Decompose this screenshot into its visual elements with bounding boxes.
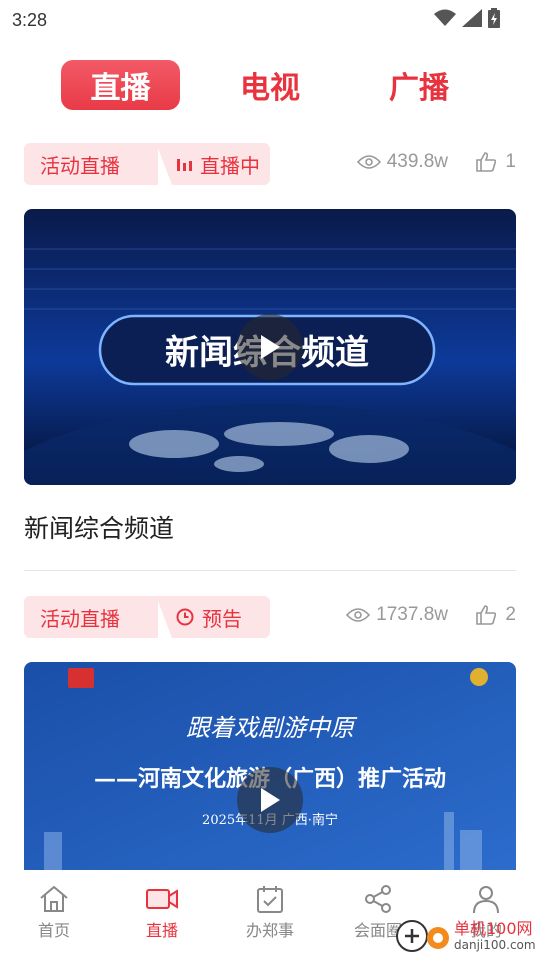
- watermark-url: danji100.com: [454, 938, 536, 952]
- nav-services[interactable]: 办郑事: [216, 870, 324, 960]
- share-icon: [365, 885, 391, 913]
- play-icon: [261, 335, 280, 359]
- nav-live-label: 直播: [145, 921, 178, 940]
- live-status-badge: 直播中: [156, 143, 270, 185]
- view-count: 1737.8w: [346, 604, 448, 626]
- view-count-value: 1737.8w: [376, 604, 448, 625]
- eye-icon: [346, 608, 371, 622]
- status-time: 3:28: [12, 9, 48, 30]
- tab-tv[interactable]: 电视: [222, 60, 318, 110]
- nav-live[interactable]: 直播: [108, 870, 216, 960]
- category-badge: 活动直播: [24, 143, 158, 185]
- live-status-label: 直播中: [200, 153, 260, 178]
- watermark: 单机100网 danji100.com: [392, 912, 540, 960]
- video-thumbnail[interactable]: 跟着戏剧游中原 ——河南文化旅游（广西）推广活动 2025年11月 广西·南宁: [24, 662, 516, 870]
- live-card[interactable]: 活动直播 直播中 439.8w 1 新闻综合频道: [24, 143, 516, 573]
- thumbnail-headline: 跟着戏剧游中原: [186, 714, 358, 742]
- divider: [24, 570, 516, 571]
- eye-icon: [356, 155, 381, 169]
- tab-live[interactable]: 直播: [61, 60, 180, 110]
- video-thumbnail[interactable]: 新闻综合频道: [24, 209, 516, 485]
- calendar-check-icon: [257, 886, 283, 913]
- event-thumbnail: 跟着戏剧游中原 ——河南文化旅游（广西）推广活动 2025年11月 广西·南宁: [24, 662, 516, 870]
- watermark-name: 单机100网: [454, 919, 533, 938]
- wifi-icon: [434, 9, 456, 26]
- status-icons: [434, 8, 500, 28]
- preview-status-label: 预告: [202, 606, 242, 631]
- card-meta: 活动直播 直播中 439.8w 1: [24, 143, 516, 187]
- category-badge: 活动直播: [24, 596, 158, 638]
- nav-services-label: 办郑事: [245, 921, 294, 940]
- top-tabs: 直播 电视 广播: [0, 60, 540, 112]
- card-title[interactable]: 新闻综合频道: [24, 509, 174, 545]
- play-icon: [261, 788, 280, 812]
- battery-icon: [488, 8, 500, 28]
- view-count-value: 439.8w: [386, 151, 448, 172]
- thumbs-up-icon: [476, 152, 497, 172]
- status-badge: 活动直播 直播中: [24, 143, 270, 185]
- left-logo: [68, 668, 94, 688]
- thumbs-up-icon: [476, 605, 497, 625]
- bar-chart-icon: [177, 159, 192, 171]
- home-icon: [40, 885, 68, 912]
- play-button[interactable]: [237, 767, 303, 833]
- nav-home[interactable]: 首页: [0, 870, 108, 960]
- view-count: 439.8w: [356, 151, 448, 173]
- preview-card[interactable]: 活动直播 预告 1737.8w 2 跟着戏剧游中原 2025年11月 广西·南宁: [24, 596, 516, 870]
- clock-icon: [176, 608, 194, 626]
- right-logo: [470, 668, 488, 686]
- like-count: 1: [505, 151, 516, 172]
- card-meta: 活动直播 预告 1737.8w 2: [24, 596, 516, 640]
- like-count: 2: [505, 604, 516, 625]
- tab-radio[interactable]: 广播: [371, 60, 467, 110]
- like-button[interactable]: 1: [475, 151, 516, 173]
- preview-status-badge: 预告: [156, 596, 270, 638]
- status-bar: 3:28: [0, 0, 540, 40]
- play-button[interactable]: [237, 314, 303, 380]
- watermark-logo: [396, 920, 449, 952]
- nav-home-label: 首页: [37, 921, 70, 940]
- status-badge: 活动直播 预告: [24, 596, 270, 638]
- like-button[interactable]: 2: [475, 604, 516, 626]
- user-icon: [473, 886, 499, 914]
- cell-signal-icon: [462, 9, 482, 27]
- video-camera-icon: [146, 889, 178, 909]
